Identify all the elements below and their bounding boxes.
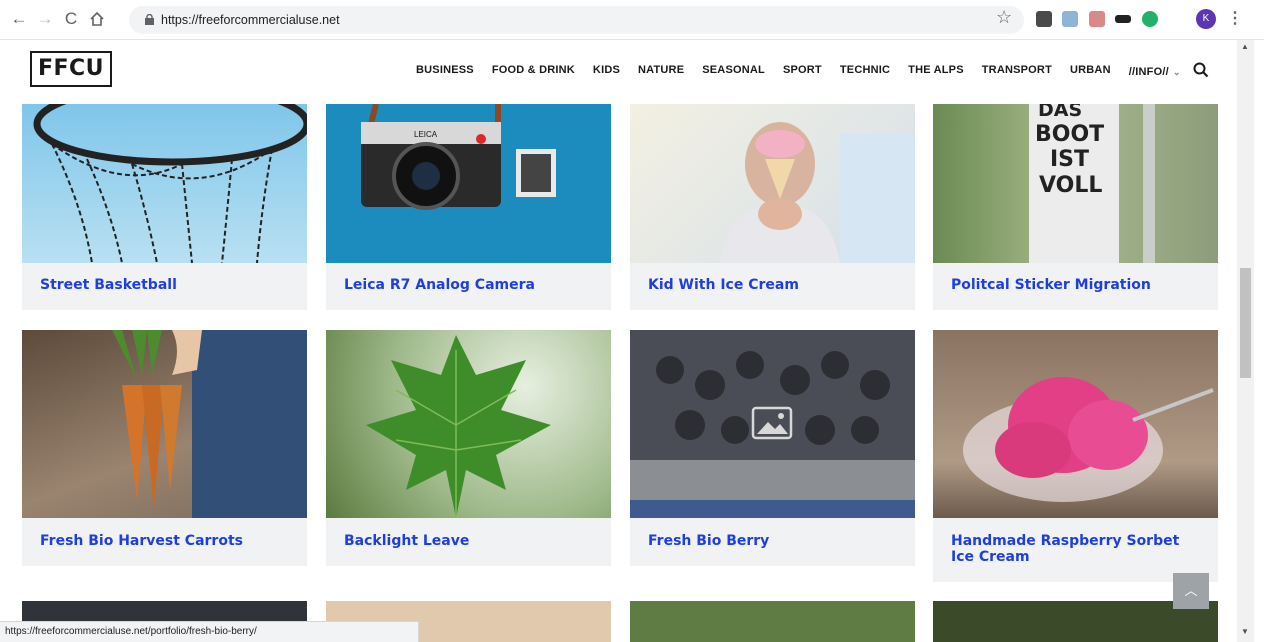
portfolio-card[interactable]: DAS BOOT IST VOLL Politcal Sticker Migra…	[933, 104, 1218, 310]
portfolio-card[interactable]: Fresh Bio Harvest Carrots	[22, 330, 307, 566]
menu-item-info-label: //INFO//	[1128, 66, 1169, 78]
reload-icon[interactable]: C	[60, 8, 82, 30]
vertical-scrollbar[interactable]: ▲ ▼	[1237, 40, 1254, 642]
extension-s-icon[interactable]	[1036, 11, 1052, 27]
menu-item-business[interactable]: BUSINESS	[416, 64, 474, 80]
svg-text:IST: IST	[1050, 147, 1089, 172]
extension-grammarly-icon[interactable]	[1142, 11, 1158, 27]
menu-item-urban[interactable]: URBAN	[1070, 64, 1111, 80]
svg-text:VOLL: VOLL	[1039, 173, 1102, 198]
address-url: https://freeforcommercialuse.net	[161, 13, 340, 27]
extension-image-icon[interactable]	[1062, 11, 1078, 27]
menu-item-seasonal[interactable]: SEASONAL	[702, 64, 765, 80]
chevron-down-icon: ⌄	[1172, 66, 1181, 77]
card-title[interactable]: Leica R7 Analog Camera	[344, 277, 599, 293]
card-title[interactable]: Kid With Ice Cream	[648, 277, 903, 293]
site-logo[interactable]: FFCU	[30, 51, 112, 87]
sticker-text: DAS	[1038, 104, 1082, 121]
card-title[interactable]: Fresh Bio Harvest Carrots	[40, 533, 295, 549]
kid-ice-cream-photo	[630, 104, 915, 263]
portfolio-card[interactable]: LEICA Leica R7 Analog Camera	[326, 104, 611, 310]
menu-item-food-drink[interactable]: FOOD & DRINK	[492, 64, 575, 80]
carrots-photo	[22, 330, 307, 518]
camera-brand-text: LEICA	[414, 130, 438, 139]
menu-item-info[interactable]: //INFO// ⌄	[1129, 64, 1181, 80]
address-bar[interactable]: https://freeforcommercialuse.net	[129, 6, 1024, 34]
extension-cast-icon[interactable]	[1115, 15, 1131, 23]
scroll-up-arrow-icon[interactable]: ▲	[1241, 42, 1249, 51]
backlight-leave-photo	[326, 330, 611, 518]
political-sticker-photo: DAS BOOT IST VOLL	[933, 104, 1218, 263]
menu-item-kids[interactable]: KIDS	[593, 64, 620, 80]
svg-text:BOOT: BOOT	[1035, 122, 1104, 147]
card-title[interactable]: Fresh Bio Berry	[648, 533, 903, 549]
portfolio-card-partial[interactable]	[630, 601, 915, 642]
raspberry-sorbet-photo	[933, 330, 1218, 518]
menu-item-the-alps[interactable]: THE ALPS	[908, 64, 964, 80]
portfolio-card[interactable]: Kid With Ice Cream	[630, 104, 915, 310]
fresh-bio-berry-photo	[630, 330, 915, 518]
main-menu: BUSINESS FOOD & DRINK KIDS NATURE SEASON…	[416, 64, 1199, 80]
extension-pdf-icon[interactable]	[1089, 11, 1105, 27]
card-title[interactable]: Street Basketball	[40, 277, 295, 293]
lock-icon	[145, 14, 154, 25]
portfolio-card[interactable]: Fresh Bio Berry	[630, 330, 915, 566]
search-icon[interactable]	[1193, 62, 1209, 78]
portfolio-card[interactable]: Street Basketball	[22, 104, 307, 310]
chevron-up-icon: ︿	[1184, 583, 1198, 598]
image-placeholder-icon	[751, 406, 793, 440]
web-page: FFCU BUSINESS FOOD & DRINK KIDS NATURE S…	[0, 40, 1237, 642]
menu-item-sport[interactable]: SPORT	[783, 64, 822, 80]
bookmark-star-icon[interactable]: ☆	[996, 7, 1012, 28]
card-title[interactable]: Backlight Leave	[344, 533, 599, 549]
link-status-bar: https://freeforcommercialuse.net/portfol…	[0, 621, 419, 642]
scrollbar-thumb[interactable]	[1240, 268, 1251, 378]
forward-arrow-icon[interactable]: →	[34, 8, 56, 30]
menu-item-nature[interactable]: NATURE	[638, 64, 684, 80]
menu-kebab-icon[interactable]: ⋮	[1227, 8, 1243, 28]
browser-toolbar: ← → C https://freeforcommercialuse.net ☆…	[0, 0, 1264, 40]
menu-item-technic[interactable]: TECHNIC	[840, 64, 890, 80]
portfolio-card[interactable]: Backlight Leave	[326, 330, 611, 566]
back-arrow-icon[interactable]: ←	[8, 8, 30, 30]
scroll-down-arrow-icon[interactable]: ▼	[1241, 627, 1249, 636]
leica-camera-photo: LEICA	[326, 104, 611, 263]
card-title[interactable]: Politcal Sticker Migration	[951, 277, 1206, 293]
street-basketball-photo	[22, 104, 307, 263]
home-icon[interactable]	[86, 8, 108, 30]
profile-avatar[interactable]: K	[1196, 9, 1216, 29]
menu-item-transport[interactable]: TRANSPORT	[982, 64, 1052, 80]
portfolio-card[interactable]: Handmade Raspberry Sorbet Ice Cream	[933, 330, 1218, 582]
card-title[interactable]: Handmade Raspberry Sorbet Ice Cream	[951, 533, 1206, 565]
scroll-to-top-button[interactable]: ︿	[1173, 573, 1209, 609]
